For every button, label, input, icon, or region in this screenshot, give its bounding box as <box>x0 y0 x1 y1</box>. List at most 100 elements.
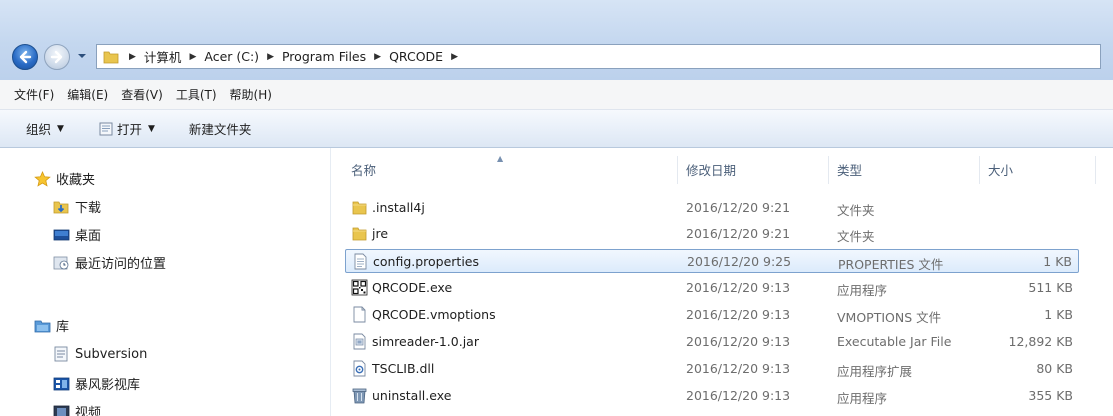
column-separator[interactable] <box>828 156 829 184</box>
file-size: 355 KB <box>1028 388 1073 403</box>
folder-icon <box>352 227 367 241</box>
file-type: Executable Jar File <box>837 334 952 349</box>
breadcrumb-qrcode[interactable]: QRCODE <box>389 49 443 64</box>
open-label: 打开 <box>116 122 142 137</box>
qrcode-exe-icon <box>351 279 368 296</box>
nav-desktop-label: 桌面 <box>75 229 102 244</box>
file-size: 80 KB <box>1036 361 1073 376</box>
dll-file-icon <box>353 360 366 377</box>
back-button[interactable] <box>12 44 38 70</box>
recent-places-icon <box>53 256 69 269</box>
column-date-label: 修改日期 <box>686 162 737 178</box>
breadcrumb-separator-icon[interactable]: ▶ <box>267 52 274 62</box>
library-icon <box>34 320 51 332</box>
breadcrumb-separator-icon[interactable]: ▶ <box>189 52 196 62</box>
breadcrumb-computer[interactable]: 计算机 <box>144 47 182 66</box>
column-separator[interactable] <box>677 156 678 184</box>
navigation-pane: 收藏夹 下载 桌面 最近访问的位置 库 Subversion 暴风影视库 视频 <box>0 148 330 416</box>
arrow-left-icon <box>19 50 32 64</box>
file-name-cell: config.properties <box>352 253 479 270</box>
file-row[interactable]: QRCODE.exe 2016/12/20 9:13 应用程序 511 KB <box>345 276 1079 300</box>
file-name: TSCLIB.dll <box>372 361 435 376</box>
nav-recent-places-label: 最近访问的位置 <box>75 257 167 272</box>
file-size: 1 KB <box>1043 254 1072 269</box>
file-date: 2016/12/20 9:13 <box>686 388 791 403</box>
address-bar[interactable]: ▶ 计算机 ▶ Acer (C:) ▶ Program Files ▶ QRCO… <box>96 44 1101 69</box>
file-name: .install4j <box>372 200 425 215</box>
menu-edit[interactable]: 编辑(E) <box>67 86 108 103</box>
column-size-label: 大小 <box>988 162 1014 178</box>
file-name-cell: TSCLIB.dll <box>351 360 434 377</box>
column-header-name[interactable]: 名称 ▲ <box>351 152 671 186</box>
column-type-label: 类型 <box>837 162 863 178</box>
file-row[interactable]: simreader-1.0.jar 2016/12/20 9:13 Execut… <box>345 330 1079 354</box>
chevron-down-icon: ▼ <box>147 123 155 134</box>
column-separator[interactable] <box>1095 156 1096 184</box>
breadcrumb-drive-c[interactable]: Acer (C:) <box>204 49 259 64</box>
file-row[interactable]: jre 2016/12/20 9:21 文件夹 <box>345 222 1079 246</box>
sort-ascending-icon: ▲ <box>497 154 504 163</box>
folder-icon <box>352 201 367 215</box>
open-button[interactable]: 打开 ▼ <box>98 119 155 138</box>
file-date: 2016/12/20 9:21 <box>686 200 791 215</box>
file-size: 1 KB <box>1044 307 1073 322</box>
file-name-cell: QRCODE.vmoptions <box>351 306 496 323</box>
file-name: simreader-1.0.jar <box>372 334 479 349</box>
menu-file[interactable]: 文件(F) <box>14 86 54 103</box>
column-header-size[interactable]: 大小 <box>988 152 1088 186</box>
file-row[interactable]: TSCLIB.dll 2016/12/20 9:13 应用程序扩展 80 KB <box>345 357 1079 381</box>
uninstall-exe-icon <box>352 388 367 404</box>
file-type: 应用程序 <box>837 391 888 406</box>
file-name-cell: .install4j <box>351 199 425 216</box>
file-size: 12,892 KB <box>1008 334 1073 349</box>
file-name: QRCODE.vmoptions <box>372 307 496 322</box>
file-date: 2016/12/20 9:13 <box>686 334 791 349</box>
file-row[interactable]: QRCODE.vmoptions 2016/12/20 9:13 VMOPTIO… <box>345 303 1079 327</box>
column-separator[interactable] <box>979 156 980 184</box>
video-icon <box>53 405 70 416</box>
video-library-icon <box>53 377 70 390</box>
file-row[interactable]: .install4j 2016/12/20 9:21 文件夹 <box>345 196 1079 220</box>
file-row[interactable]: uninstall.exe 2016/12/20 9:13 应用程序 355 K… <box>345 384 1079 408</box>
command-bar: 组织 ▼ 打开 ▼ 新建文件夹 <box>0 110 1113 148</box>
address-area: ▶ 计算机 ▶ Acer (C:) ▶ Program Files ▶ QRCO… <box>0 0 1113 80</box>
breadcrumb-separator-icon[interactable]: ▶ <box>129 52 136 62</box>
file-size: 511 KB <box>1028 280 1073 295</box>
nav-favorites[interactable]: 收藏夹 <box>34 169 95 188</box>
file-type: 文件夹 <box>837 229 875 244</box>
menu-view[interactable]: 查看(V) <box>121 86 163 103</box>
file-type: 应用程序扩展 <box>837 364 913 379</box>
file-type: PROPERTIES 文件 <box>838 257 944 272</box>
file-name: QRCODE.exe <box>372 280 453 295</box>
forward-button[interactable] <box>44 44 70 70</box>
column-header-type[interactable]: 类型 <box>837 152 977 186</box>
properties-file-icon <box>354 253 367 270</box>
nav-videos[interactable]: 视频 <box>53 402 101 416</box>
file-name: config.properties <box>373 254 480 269</box>
nav-downloads[interactable]: 下载 <box>53 197 101 216</box>
column-header-date[interactable]: 修改日期 <box>686 152 826 186</box>
nav-libraries[interactable]: 库 <box>34 316 69 335</box>
chevron-down-icon: ▼ <box>57 123 64 134</box>
breadcrumb-program-files[interactable]: Program Files <box>282 49 366 64</box>
recent-pages-dropdown-icon[interactable] <box>77 51 87 61</box>
nav-recent-places[interactable]: 最近访问的位置 <box>53 253 166 272</box>
breadcrumb-separator-icon[interactable]: ▶ <box>374 52 381 62</box>
file-type: 应用程序 <box>837 283 888 298</box>
new-folder-button[interactable]: 新建文件夹 <box>189 119 252 138</box>
organize-button[interactable]: 组织 ▼ <box>26 119 64 138</box>
nav-desktop[interactable]: 桌面 <box>53 225 101 244</box>
file-type: 文件夹 <box>837 203 875 218</box>
file-name: jre <box>372 226 389 241</box>
nav-baofeng-library[interactable]: 暴风影视库 <box>53 374 140 393</box>
file-name: uninstall.exe <box>372 388 452 403</box>
breadcrumb-separator-icon[interactable]: ▶ <box>451 52 458 62</box>
file-row-selected[interactable]: config.properties 2016/12/20 9:25 PROPER… <box>345 249 1079 273</box>
nav-libraries-label: 库 <box>56 320 70 335</box>
file-date: 2016/12/20 9:25 <box>687 254 792 269</box>
folder-icon <box>103 51 119 63</box>
star-icon <box>34 170 51 187</box>
menu-help[interactable]: 帮助(H) <box>230 86 272 103</box>
menu-tools[interactable]: 工具(T) <box>176 86 217 103</box>
nav-subversion[interactable]: Subversion <box>53 346 147 362</box>
